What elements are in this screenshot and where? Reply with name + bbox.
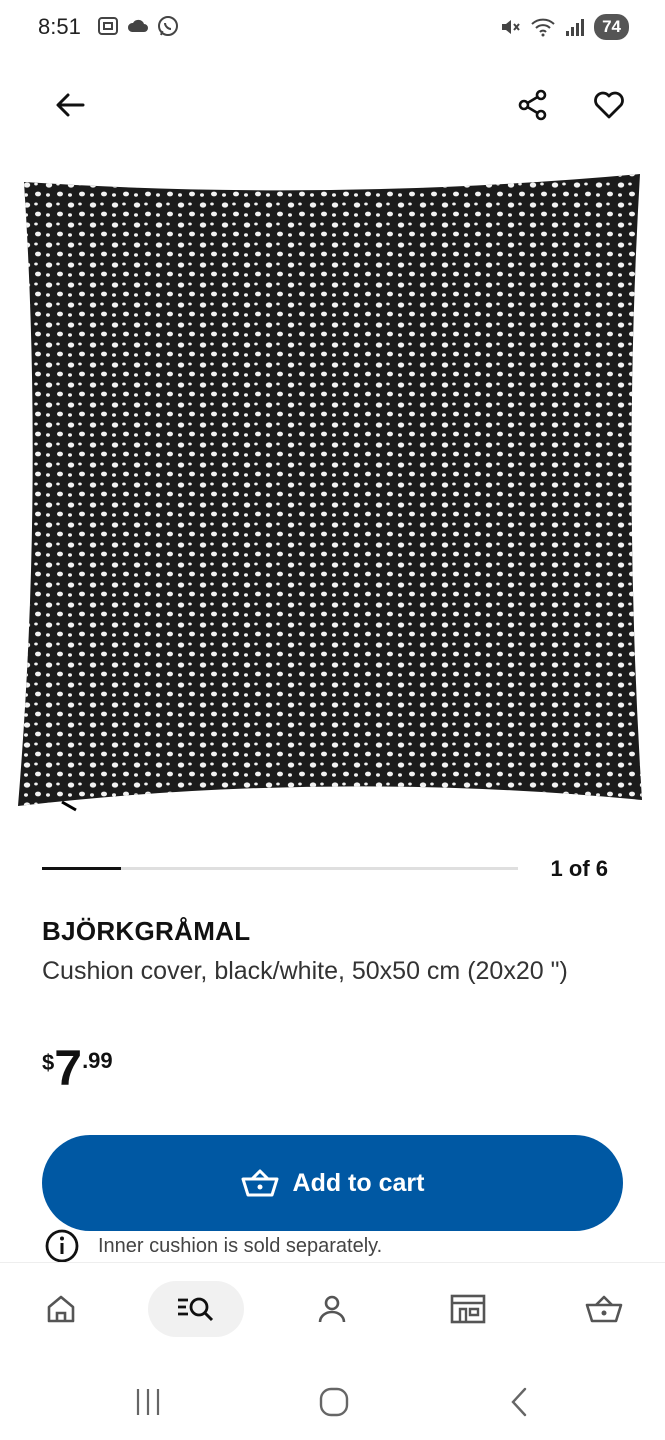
nav-home[interactable] [13,1281,109,1337]
cushion-image [18,174,642,812]
add-to-cart-button[interactable]: Add to cart [42,1135,623,1231]
screenshot-icon [98,17,118,35]
cloud-icon [127,19,148,32]
whatsapp-icon [158,16,178,36]
status-icons-right: 74 [498,14,629,40]
profile-icon [318,1295,346,1323]
back-arrow-icon [56,93,85,117]
status-bar: 8:51 74 [0,0,665,56]
system-navigation [0,1360,665,1440]
heart-icon [594,91,624,119]
favorite-button[interactable] [585,81,633,129]
notice-text: Inner cushion is sold separately. [98,1234,383,1257]
back-button[interactable] [46,81,94,129]
product-name: BJÖRKGRÅMAL [42,916,251,946]
product-price: $ 7 .99 [42,1042,113,1094]
mute-icon [502,20,520,34]
wifi-icon [531,18,555,37]
nav-profile[interactable] [284,1281,380,1337]
recents-icon [136,1389,160,1415]
nav-cart[interactable] [556,1281,652,1337]
system-back-button[interactable] [490,1380,550,1424]
nav-store[interactable] [420,1281,516,1337]
basket-icon [585,1295,623,1323]
carousel-track [42,867,518,870]
share-button[interactable] [509,81,557,129]
signal-icon [566,19,585,36]
home-button[interactable] [304,1380,364,1424]
top-bar [0,70,665,140]
info-icon [45,1229,79,1263]
home-circle-icon [319,1387,349,1417]
basket-icon [241,1169,279,1197]
status-icons-left [96,14,180,38]
product-description: Cushion cover, black/white, 50x50 cm (20… [42,957,568,985]
bottom-navigation [0,1262,665,1354]
back-chevron-icon [511,1387,527,1417]
store-icon [450,1294,486,1324]
price-decimal: .99 [82,1048,113,1073]
recents-button[interactable] [118,1380,178,1424]
home-icon [47,1295,75,1323]
inner-cushion-notice: Inner cushion is sold separately. [44,1228,382,1264]
price-integer: 7 [54,1040,83,1096]
status-time: 8:51 [38,14,81,39]
carousel-counter: 1 of 6 [550,856,608,881]
carousel-progress [42,867,122,870]
add-to-cart-label: Add to cart [292,1168,425,1197]
nav-search[interactable] [148,1281,244,1337]
search-list-icon [178,1297,214,1322]
price-currency: $ [42,1050,55,1075]
battery-indicator: 74 [594,14,629,40]
image-carousel-indicator: 1 of 6 [42,852,622,886]
share-icon [518,89,547,121]
product-image[interactable] [0,160,665,820]
